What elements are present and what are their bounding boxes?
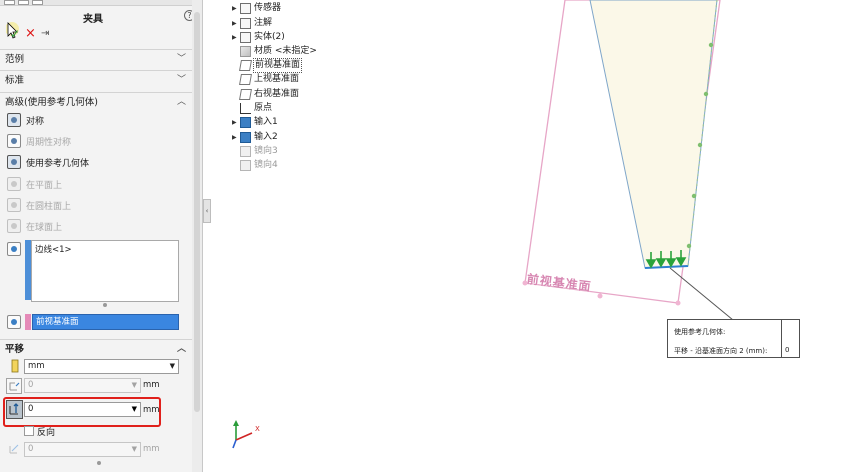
edge-marker [691, 193, 697, 199]
edge-marker [708, 42, 714, 48]
callout-row-value[interactable]: 0 [785, 346, 789, 354]
plane-handle[interactable] [675, 300, 681, 306]
edge-marker [686, 243, 692, 249]
triad-x-label: X [255, 425, 260, 433]
plane-handle[interactable] [597, 293, 603, 299]
part-body[interactable] [589, 0, 718, 269]
reference-geometry-callout[interactable]: 使用参考几何体: 平移 - 沿基准面方向 2 (mm): 0 [667, 319, 800, 358]
edge-marker [697, 142, 703, 148]
axis-triad-icon [232, 420, 253, 449]
callout-row-label: 平移 - 沿基准面方向 2 (mm): [674, 347, 768, 355]
callout-divider [781, 320, 782, 357]
edge-marker [703, 91, 709, 97]
model-viewport[interactable] [0, 0, 863, 472]
callout-title: 使用参考几何体: [674, 328, 726, 336]
